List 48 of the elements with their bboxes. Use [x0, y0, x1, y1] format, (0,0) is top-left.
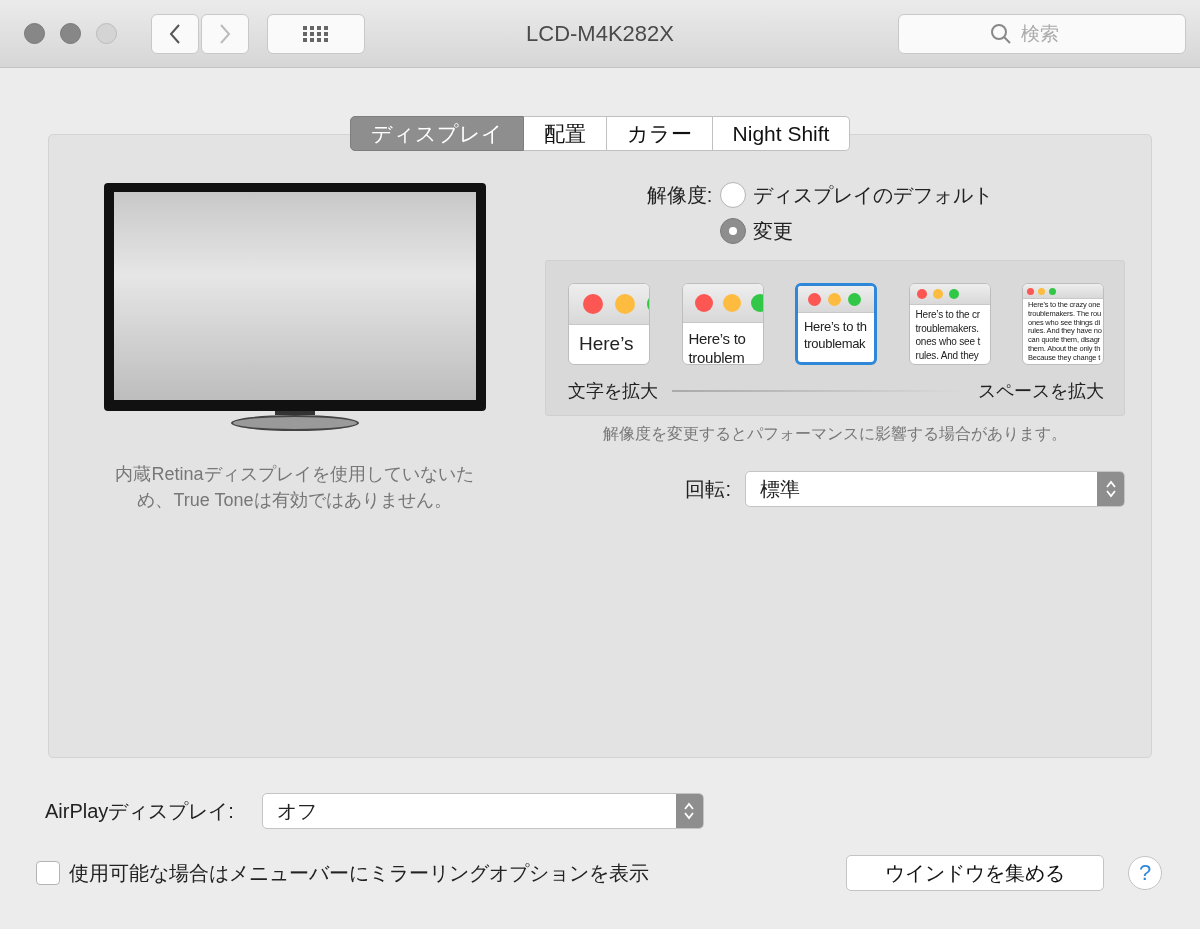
- preview-text: troublemak: [804, 335, 867, 352]
- preview-text: ones who see t: [915, 335, 981, 349]
- preview-text: Here’s: [579, 333, 635, 355]
- search-field[interactable]: 検索: [898, 13, 1186, 54]
- preview-text: Here’s to: [688, 329, 747, 348]
- checkbox-option[interactable]: 使用可能な場合はメニューバーにミラーリングオプションを表示: [36, 859, 649, 887]
- window-controls-icon: [569, 284, 649, 325]
- grid-icon: [302, 24, 330, 43]
- preview-text: troublem: [688, 348, 746, 364]
- larger-text-label: 文字を拡大: [568, 380, 658, 403]
- preview-text: troublemakers.: [915, 321, 980, 335]
- dropdown[interactable]: オフ: [261, 793, 704, 829]
- window-controls-icon: [909, 284, 990, 305]
- radio-option[interactable]: 変更: [720, 216, 994, 246]
- radio-option[interactable]: ディスプレイのデフォルト: [720, 180, 994, 210]
- airplay-label: AirPlayディスプレイ:: [45, 798, 234, 824]
- gather-windows-button[interactable]: ウインドウを集める: [846, 855, 1104, 891]
- back-button[interactable]: [151, 13, 199, 54]
- tab[interactable]: 配置: [523, 116, 607, 151]
- true-tone-note: 内蔵Retinaディスプレイを使用していないため、True Toneは有効ではありません。: [114, 463, 475, 512]
- window-title: LCD-M4K282X: [526, 20, 674, 47]
- chevron-right-icon: [218, 22, 232, 45]
- tab[interactable]: Night Shift: [712, 116, 851, 151]
- scaling-option[interactable]: Here’s to th troublemak: [795, 283, 877, 365]
- forward-button[interactable]: [201, 13, 249, 54]
- scaling-option[interactable]: Here’s: [568, 283, 650, 365]
- performance-note: 解像度を変更するとパフォーマンスに影響する場合があります。: [602, 424, 1068, 444]
- close-button[interactable]: [24, 23, 45, 44]
- minimize-button[interactable]: [60, 23, 81, 44]
- preview-text: Here’s to the cr: [915, 308, 981, 322]
- window-controls-icon: [682, 284, 763, 323]
- checkbox[interactable]: [36, 861, 60, 885]
- preview-text: rules. And they: [915, 348, 980, 362]
- stepper-arrows-icon: [1097, 472, 1124, 506]
- stepper-arrows-icon: [675, 794, 703, 828]
- show-all-button[interactable]: [267, 13, 365, 54]
- more-space-label: スペースを拡大: [978, 380, 1104, 403]
- chevron-left-icon: [168, 22, 182, 45]
- dropdown[interactable]: 標準: [745, 471, 1125, 507]
- help-button[interactable]: ?: [1128, 856, 1162, 890]
- rotation-label: 回転:: [685, 477, 731, 502]
- preview-text: Here’s to th: [804, 318, 868, 335]
- scaling-option[interactable]: Here’s to the cr troublemakers. ones who see t rules. And they: [908, 283, 991, 365]
- window-controls-icon: [1023, 284, 1103, 299]
- tab[interactable]: カラー: [606, 116, 713, 151]
- resolution-label: 解像度:: [646, 183, 713, 208]
- window-controls-icon: [798, 286, 874, 313]
- scaling-option[interactable]: Here’s to troublem: [681, 283, 764, 365]
